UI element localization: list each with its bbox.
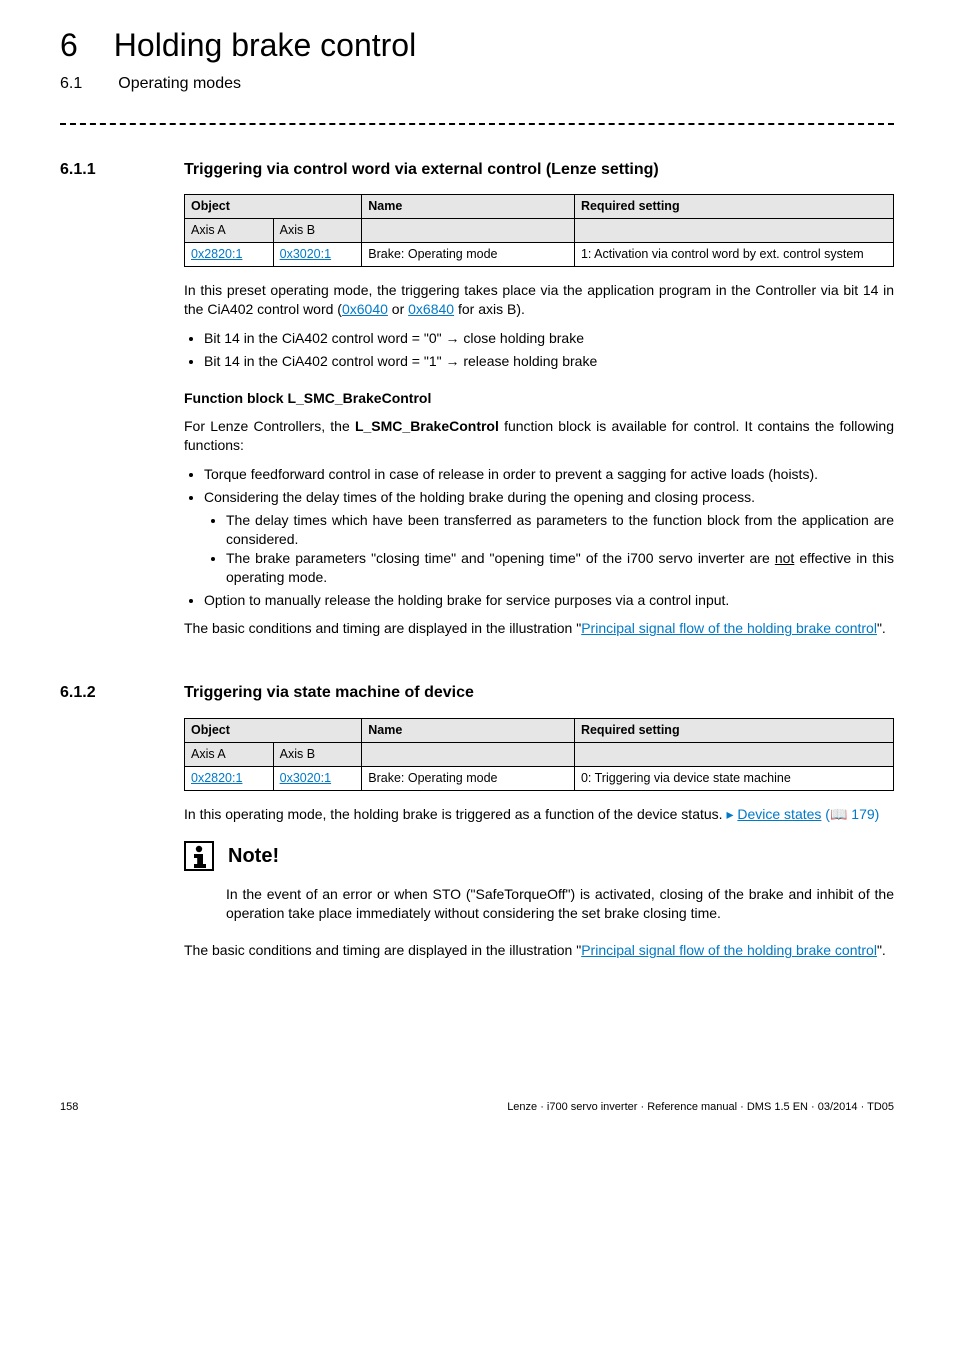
th-required: Required setting	[574, 195, 893, 219]
th-object: Object	[185, 718, 362, 742]
list-item: The brake parameters "closing time" and …	[226, 549, 894, 587]
section-title: Operating modes	[118, 73, 241, 95]
th-required: Required setting	[574, 718, 893, 742]
paragraph: In this operating mode, the holding brak…	[184, 805, 894, 824]
note-body: In the event of an error or when STO ("S…	[226, 885, 894, 923]
footer-meta: Lenze · i700 servo inverter · Reference …	[507, 1100, 894, 1115]
cell-name: Brake: Operating mode	[362, 766, 575, 790]
chapter-title: Holding brake control	[114, 24, 416, 67]
subsection-title: Triggering via control word via external…	[184, 159, 659, 181]
axis-b-link[interactable]: 0x3020:1	[280, 771, 331, 785]
chapter-number: 6	[60, 24, 78, 67]
paragraph: The basic conditions and timing are disp…	[184, 941, 894, 960]
paragraph: For Lenze Controllers, the L_SMC_BrakeCo…	[184, 417, 894, 455]
paragraph: In this preset operating mode, the trigg…	[184, 281, 894, 319]
link-device-states[interactable]: Device states	[737, 806, 821, 822]
link-principal-signal-flow[interactable]: Principal signal flow of the holding bra…	[581, 942, 877, 958]
axis-a-link[interactable]: 0x2820:1	[191, 247, 242, 261]
cell-setting: 1: Activation via control word by ext. c…	[574, 243, 893, 267]
th-name: Name	[362, 718, 575, 742]
note-label: Note!	[228, 843, 279, 870]
triangle-icon: ▸	[726, 806, 733, 822]
info-icon	[184, 841, 214, 871]
link-0x6040[interactable]: 0x6040	[342, 301, 388, 317]
axis-b-label: Axis B	[273, 219, 362, 243]
subsection-number: 6.1.1	[60, 159, 148, 181]
axis-b-link[interactable]: 0x3020:1	[280, 247, 331, 261]
object-table: Object Name Required setting Axis A Axis…	[184, 194, 894, 267]
arrow-icon: →	[445, 330, 459, 346]
axis-b-label: Axis B	[273, 742, 362, 766]
link-0x6840[interactable]: 0x6840	[408, 301, 454, 317]
subsection-title: Triggering via state machine of device	[184, 682, 474, 704]
paragraph: The basic conditions and timing are disp…	[184, 619, 894, 638]
th-name: Name	[362, 195, 575, 219]
link-principal-signal-flow[interactable]: Principal signal flow of the holding bra…	[581, 620, 877, 636]
list-item: Bit 14 in the CiA402 control word = "1" …	[204, 352, 894, 371]
th-object: Object	[185, 195, 362, 219]
subheading: Function block L_SMC_BrakeControl	[184, 389, 894, 408]
axis-a-link[interactable]: 0x2820:1	[191, 771, 242, 785]
arrow-icon: →	[445, 353, 459, 369]
list-item: Bit 14 in the CiA402 control word = "0" …	[204, 329, 894, 348]
page-number: 158	[60, 1100, 78, 1115]
cell-setting: 0: Triggering via device state machine	[574, 766, 893, 790]
object-table: Object Name Required setting Axis A Axis…	[184, 718, 894, 791]
axis-a-label: Axis A	[185, 742, 274, 766]
list-item: The delay times which have been transfer…	[226, 511, 894, 549]
list-item: Torque feedforward control in case of re…	[204, 465, 894, 484]
divider	[60, 123, 894, 125]
list-item: Considering the delay times of the holdi…	[204, 488, 894, 586]
cell-name: Brake: Operating mode	[362, 243, 575, 267]
subsection-number: 6.1.2	[60, 682, 148, 704]
axis-a-label: Axis A	[185, 219, 274, 243]
section-number: 6.1	[60, 73, 82, 95]
list-item: Option to manually release the holding b…	[204, 591, 894, 610]
